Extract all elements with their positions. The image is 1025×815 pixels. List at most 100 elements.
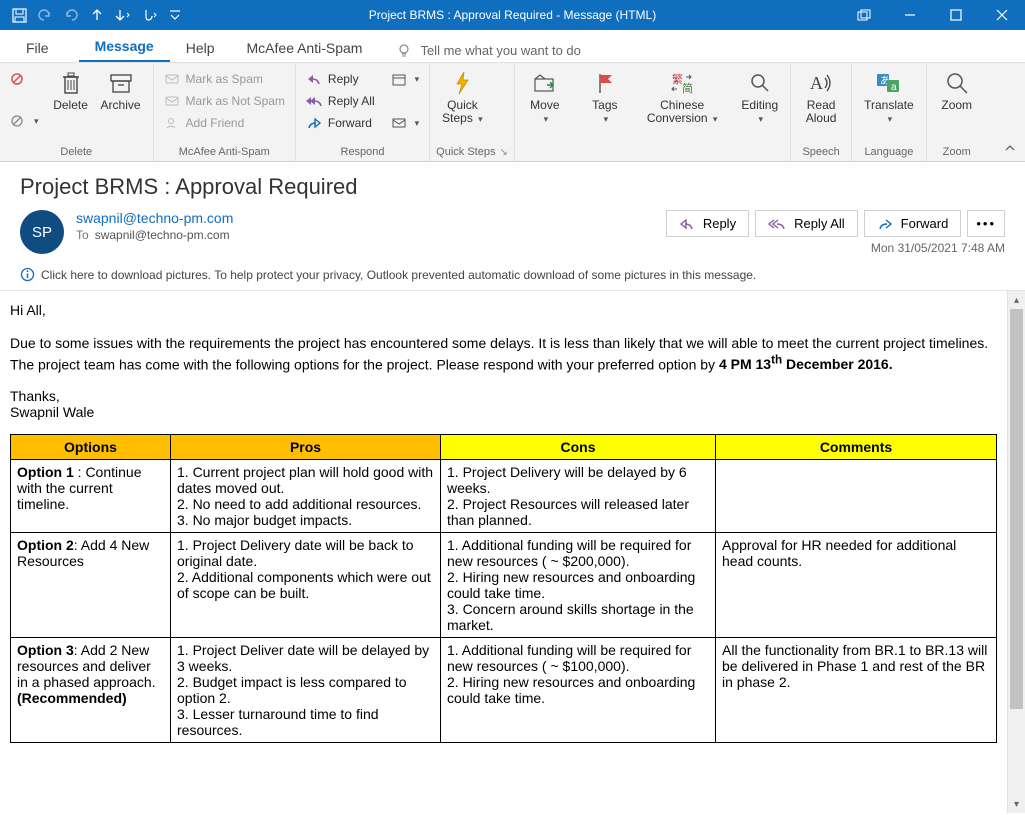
window-title: Project BRMS : Approval Required - Messa… xyxy=(369,8,656,22)
chevron-down-icon: ▾ xyxy=(478,114,483,124)
flag-icon xyxy=(591,69,619,97)
scroll-track[interactable] xyxy=(1008,309,1025,795)
chevron-down-icon: ▾ xyxy=(759,114,764,124)
close-button[interactable] xyxy=(979,0,1025,30)
svg-text:简: 简 xyxy=(682,81,693,95)
header-more-actions-button[interactable]: ••• xyxy=(967,210,1005,237)
junk-button[interactable]: ▾ xyxy=(6,111,43,131)
header-reply-all-button[interactable]: Reply All xyxy=(755,210,858,237)
move-button[interactable]: Move▾ xyxy=(521,65,569,125)
zoom-icon xyxy=(943,69,971,97)
tab-file[interactable]: File xyxy=(10,34,65,62)
vertical-scrollbar[interactable]: ▴ ▾ xyxy=(1007,291,1025,813)
chevron-down-icon: ▾ xyxy=(604,114,609,124)
chevron-down-icon: ▾ xyxy=(544,114,549,124)
quick-access-toolbar xyxy=(0,2,188,28)
tab-help[interactable]: Help xyxy=(170,34,231,62)
signature: Thanks,Swapnil Wale xyxy=(10,388,997,420)
ignore-icon xyxy=(10,71,26,87)
tab-mcafee[interactable]: McAfee Anti-Spam xyxy=(231,34,379,62)
chevron-down-icon: ▾ xyxy=(415,74,420,85)
ribbon: ▾ Delete Archive Delete Mark as Spam Mar… xyxy=(0,62,1025,162)
more-respond-button[interactable]: ▾ xyxy=(387,113,424,133)
info-icon xyxy=(20,267,35,282)
message-body[interactable]: Hi All, Due to some issues with the requ… xyxy=(0,291,1007,813)
find-icon xyxy=(746,69,774,97)
ellipsis-icon: ••• xyxy=(976,216,996,231)
minimize-button[interactable] xyxy=(887,0,933,30)
svg-text:A: A xyxy=(810,73,823,93)
reply-icon xyxy=(306,71,322,87)
ribbon-tabs: File Message Help McAfee Anti-Spam Tell … xyxy=(0,30,1025,62)
reply-all-button[interactable]: Reply All xyxy=(302,91,379,111)
group-chinese: 繁简 ChineseConversion ▾ xyxy=(635,63,730,161)
archive-button[interactable]: Archive xyxy=(95,65,147,112)
move-icon xyxy=(531,69,559,97)
maximize-button[interactable] xyxy=(933,0,979,30)
chevron-down-icon: ▾ xyxy=(34,116,39,127)
previous-item-button[interactable] xyxy=(84,2,110,28)
scroll-down-button[interactable]: ▾ xyxy=(1008,795,1025,813)
open-in-new-window-button[interactable] xyxy=(841,0,887,30)
touch-mode-button[interactable] xyxy=(136,2,162,28)
forward-button[interactable]: Forward xyxy=(302,113,379,133)
more-icon xyxy=(391,115,407,131)
header-forward-button[interactable]: Forward xyxy=(864,210,962,237)
header-reply-button[interactable]: Reply xyxy=(666,210,749,237)
reply-button[interactable]: Reply xyxy=(302,69,379,89)
from-address[interactable]: swapnil@techno-pm.com xyxy=(76,210,666,226)
forward-icon xyxy=(306,115,322,131)
quick-steps-button[interactable]: QuickSteps ▾ xyxy=(436,65,489,125)
translate-button[interactable]: あa Translate▾ xyxy=(858,65,920,125)
reply-icon xyxy=(679,218,695,230)
message-header: Project BRMS : Approval Required SP swap… xyxy=(0,162,1025,290)
group-move: Move▾ xyxy=(515,63,575,161)
to-address: swapnil@techno-pm.com xyxy=(95,228,230,242)
undo-button[interactable] xyxy=(32,2,58,28)
zoom-button[interactable]: Zoom xyxy=(933,65,981,112)
group-quick-steps: QuickSteps ▾ Quick Steps↘ xyxy=(430,63,515,161)
delete-button[interactable]: Delete xyxy=(47,65,95,112)
window-controls xyxy=(841,0,1025,30)
group-delete: ▾ Delete Archive Delete xyxy=(0,63,154,161)
to-line: Toswapnil@techno-pm.com xyxy=(76,228,666,242)
group-language: あa Translate▾ Language xyxy=(852,63,927,161)
dialog-launcher-icon[interactable]: ↘ xyxy=(499,147,507,158)
scroll-up-button[interactable]: ▴ xyxy=(1008,291,1025,309)
next-item-button[interactable] xyxy=(110,2,136,28)
qat-customize-button[interactable] xyxy=(162,2,188,28)
tags-button[interactable]: Tags▾ xyxy=(581,65,629,125)
not-spam-icon xyxy=(164,93,180,109)
mark-as-spam-button[interactable]: Mark as Spam xyxy=(160,69,289,89)
editing-button[interactable]: Editing▾ xyxy=(735,65,784,125)
ignore-button[interactable] xyxy=(6,69,43,89)
save-button[interactable] xyxy=(6,2,32,28)
read-aloud-button[interactable]: A ReadAloud xyxy=(797,65,845,125)
timestamp: Mon 31/05/2021 7:48 AM xyxy=(666,241,1005,255)
meeting-button[interactable]: ▾ xyxy=(387,69,424,89)
th-pros: Pros xyxy=(171,435,441,460)
conversion-icon: 繁简 xyxy=(668,69,696,97)
translate-icon: あa xyxy=(875,69,903,97)
titlebar: Project BRMS : Approval Required - Messa… xyxy=(0,0,1025,30)
redo-button[interactable] xyxy=(58,2,84,28)
add-friend-button[interactable]: Add Friend xyxy=(160,113,289,133)
download-pictures-infobar[interactable]: Click here to download pictures. To help… xyxy=(20,265,1005,284)
mark-not-spam-button[interactable]: Mark as Not Spam xyxy=(160,91,289,111)
th-comments: Comments xyxy=(716,435,997,460)
group-tags: Tags▾ xyxy=(575,63,635,161)
table-row: Option 1 : Continue with the current tim… xyxy=(11,460,997,533)
options-table: Options Pros Cons Comments Option 1 : Co… xyxy=(10,434,997,743)
tell-me-search[interactable]: Tell me what you want to do xyxy=(396,42,580,62)
svg-text:a: a xyxy=(891,82,897,93)
tab-message[interactable]: Message xyxy=(79,32,170,62)
calendar-icon xyxy=(391,71,407,87)
chinese-conversion-button[interactable]: 繁简 ChineseConversion ▾ xyxy=(641,65,724,125)
group-respond: Reply Reply All Forward ▾ ▾ Respond xyxy=(296,63,430,161)
th-options: Options xyxy=(11,435,171,460)
group-mcafee: Mark as Spam Mark as Not Spam Add Friend… xyxy=(154,63,296,161)
collapse-ribbon-button[interactable] xyxy=(1001,139,1019,157)
lightbulb-icon xyxy=(396,42,412,58)
table-row: Option 3: Add 2 New resources and delive… xyxy=(11,638,997,743)
scroll-thumb[interactable] xyxy=(1010,309,1023,709)
